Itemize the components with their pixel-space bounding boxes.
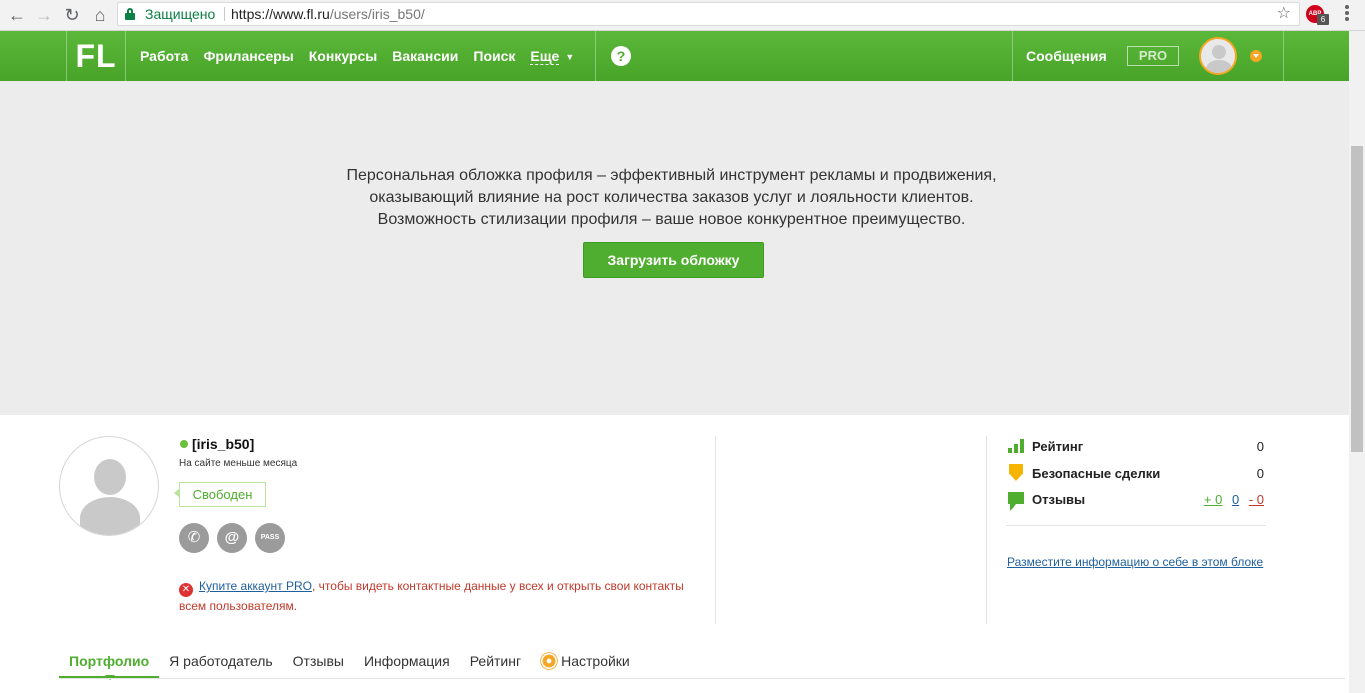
tab-rating[interactable]: Рейтинг xyxy=(460,645,531,679)
help-icon[interactable]: ? xyxy=(611,46,631,66)
stat-safe-deals: Безопасные сделки 0 xyxy=(1006,464,1266,484)
bookmark-star-icon[interactable]: ☆ xyxy=(1277,3,1291,25)
column-divider xyxy=(986,436,987,624)
nav-search[interactable]: Поиск xyxy=(473,48,515,64)
buy-pro-link[interactable]: Купите аккаунт PRO xyxy=(199,579,312,593)
comment-icon xyxy=(1008,492,1024,511)
shield-icon xyxy=(1009,464,1023,481)
user-menu-dropdown-icon[interactable] xyxy=(1250,50,1262,62)
site-header: FL Работа Фрилансеры Конкурсы Вакансии П… xyxy=(0,31,1365,81)
profile-since: На сайте меньше месяца xyxy=(179,458,298,469)
nav-vacancies[interactable]: Вакансии xyxy=(392,48,458,64)
forward-arrow-icon[interactable]: → xyxy=(32,3,56,27)
add-about-link[interactable]: Разместите информацию о себе в этом блок… xyxy=(1007,556,1267,569)
main-nav: Работа Фрилансеры Конкурсы Вакансии Поис… xyxy=(140,31,574,81)
error-icon: ✕ xyxy=(179,583,193,597)
browser-toolbar: ← → ↻ ⌂ Защищено https://www.fl.ru/users… xyxy=(0,0,1365,31)
reviews-positive-link[interactable]: + 0 xyxy=(1204,492,1222,507)
page-scrollbar[interactable] xyxy=(1349,31,1365,693)
tabs-divider xyxy=(59,678,1345,679)
fl-logo[interactable]: FL xyxy=(66,31,126,81)
profile-cover: Персональная обложка профиля – эффективн… xyxy=(0,81,1349,415)
nav-more[interactable]: Еще xyxy=(530,48,560,65)
tab-reviews[interactable]: Отзывы xyxy=(283,645,354,679)
stat-reviews-label: Отзывы xyxy=(1032,492,1086,507)
tab-settings[interactable]: Настройки xyxy=(531,645,640,679)
upload-cover-button[interactable]: Загрузить обложку xyxy=(583,242,764,278)
tab-employer[interactable]: Я работодатель xyxy=(159,645,283,679)
address-bar[interactable]: Защищено https://www.fl.ru/users/iris_b5… xyxy=(117,2,1300,26)
scrollbar-thumb[interactable] xyxy=(1351,146,1363,452)
browser-menu-icon[interactable] xyxy=(1345,5,1349,23)
nav-freelancers[interactable]: Фрилансеры xyxy=(203,48,293,64)
profile-tabs: Портфолио Я работодатель Отзывы Информац… xyxy=(59,645,640,680)
messages-link[interactable]: Сообщения xyxy=(1026,31,1107,81)
home-icon[interactable]: ⌂ xyxy=(88,3,112,27)
reviews-negative-link[interactable]: - 0 xyxy=(1249,492,1264,507)
profile-username: [iris_b50] xyxy=(192,436,255,452)
user-avatar[interactable] xyxy=(1199,37,1237,75)
lock-icon xyxy=(125,8,135,20)
gear-icon xyxy=(542,654,556,668)
stat-safe-label: Безопасные сделки xyxy=(1032,466,1161,481)
column-divider xyxy=(715,436,716,624)
nav-contests[interactable]: Конкурсы xyxy=(309,48,377,64)
stat-reviews: Отзывы + 0 0 - 0 xyxy=(1006,490,1266,511)
phone-icon[interactable]: ✆ xyxy=(179,523,209,553)
url-text[interactable]: https://www.fl.ru/users/iris_b50/ xyxy=(231,3,425,25)
chevron-down-icon[interactable]: ▼ xyxy=(565,52,574,62)
online-status-dot xyxy=(180,440,188,448)
profile-avatar[interactable] xyxy=(59,436,159,536)
cover-promo-text: Персональная обложка профиля – эффективн… xyxy=(346,167,997,228)
stat-rating-value: 0 xyxy=(1256,439,1264,454)
reviews-neutral-link[interactable]: 0 xyxy=(1232,492,1239,507)
tab-info[interactable]: Информация xyxy=(354,645,460,679)
secure-label: Защищено xyxy=(145,6,216,22)
rating-bars-icon xyxy=(1008,439,1024,453)
stats-divider xyxy=(1006,525,1266,526)
adblock-badge: 6 xyxy=(1317,14,1329,25)
pass-icon[interactable]: PASS xyxy=(255,523,285,553)
nav-work[interactable]: Работа xyxy=(140,48,188,64)
stat-rating: Рейтинг 0 xyxy=(1006,437,1266,457)
stat-rating-label: Рейтинг xyxy=(1032,439,1084,454)
tab-portfolio[interactable]: Портфолио xyxy=(59,645,160,680)
email-icon[interactable]: @ xyxy=(217,523,247,553)
back-arrow-icon[interactable]: ← xyxy=(5,3,29,27)
status-badge[interactable]: Свободен xyxy=(174,482,266,507)
pro-warning: ✕ Купите аккаунт PRO, чтобы видеть контак… xyxy=(179,579,684,613)
reload-icon[interactable]: ↻ xyxy=(60,3,84,27)
stat-safe-value: 0 xyxy=(1256,466,1264,481)
pro-button[interactable]: PRO xyxy=(1127,46,1179,66)
